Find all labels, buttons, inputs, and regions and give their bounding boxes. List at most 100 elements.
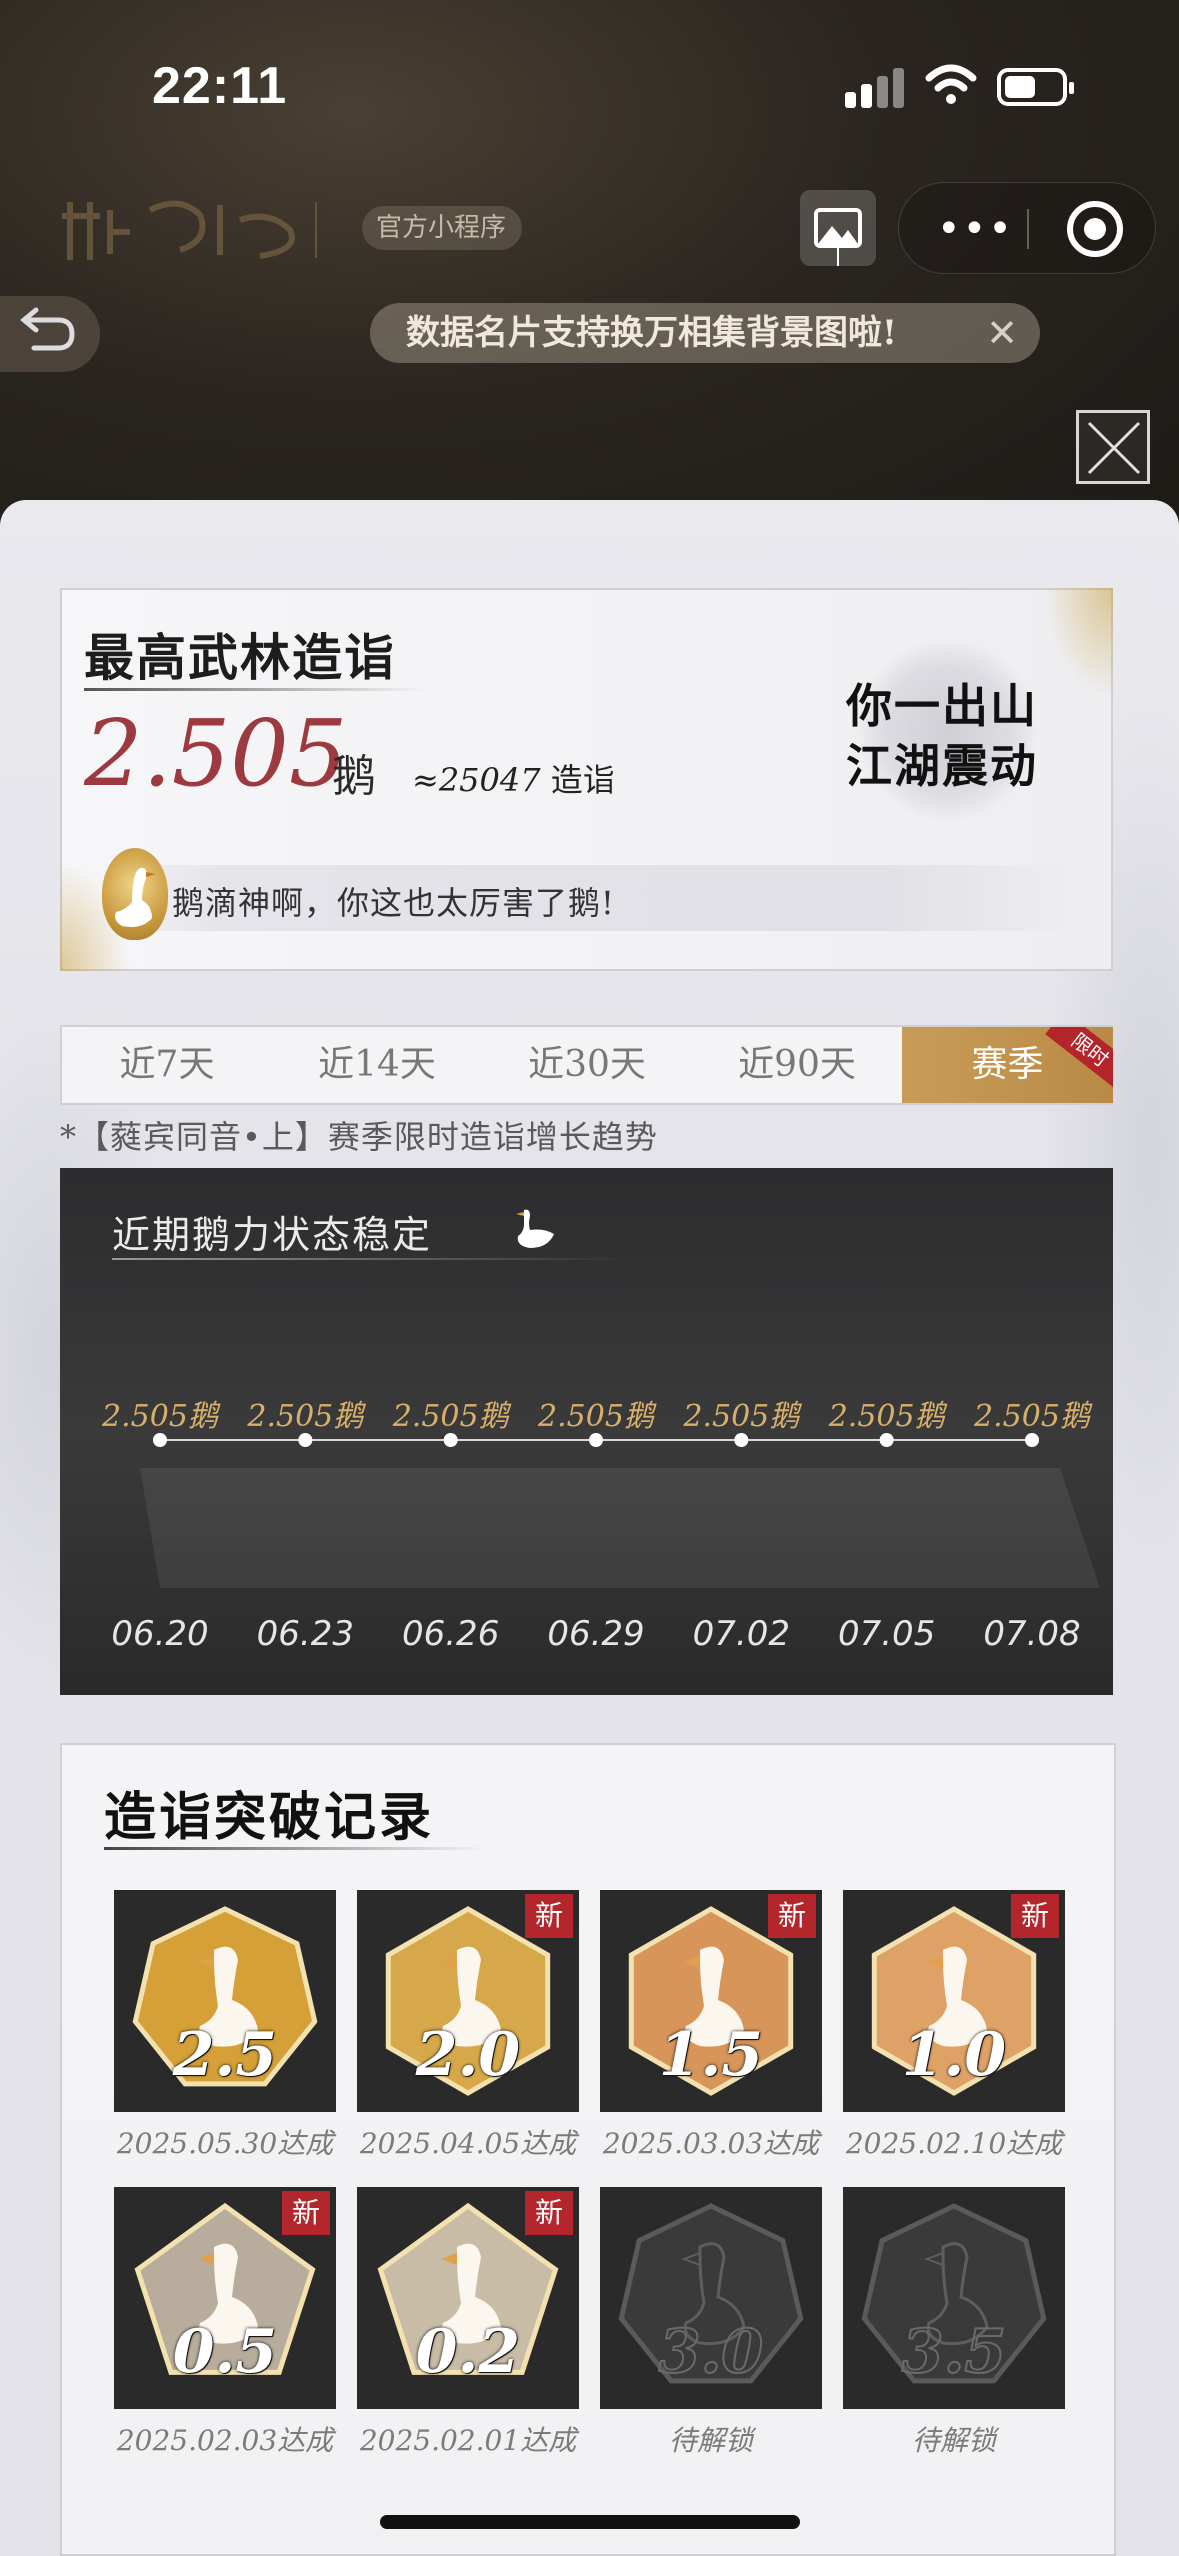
x-tick-label: 06.29 xyxy=(547,1614,644,1654)
x-tick-label: 06.20 xyxy=(111,1614,208,1654)
status-bar: 22:11 xyxy=(0,0,1179,170)
medal-caption: 2025.04.05达成 xyxy=(359,2127,577,2160)
new-badge: 新 xyxy=(1011,1894,1059,1938)
time-range-tabs: 近7天 近14天 近30天 近90天 赛季 限时 xyxy=(60,1025,1113,1105)
home-indicator[interactable] xyxy=(380,2515,800,2529)
card-title: 最高武林造诣 xyxy=(84,628,396,687)
medal-level: 3.5 xyxy=(901,2316,1007,2388)
close-panel-button[interactable] xyxy=(1076,410,1150,484)
medal-level: 0.5 xyxy=(172,2317,278,2387)
tab-30-days[interactable]: 近30天 xyxy=(482,1027,692,1103)
limited-time-badge: 限时 xyxy=(1045,1027,1113,1090)
status-time: 22:11 xyxy=(152,57,288,115)
close-icon xyxy=(1087,421,1141,475)
data-label: 2.505鹅 xyxy=(101,1399,221,1434)
data-point xyxy=(879,1433,894,1447)
medal-caption: 2025.02.03达成 xyxy=(116,2424,334,2457)
achievement-medal[interactable]: 0.5 新 xyxy=(114,2187,336,2409)
achievement-medal[interactable]: 0.2 新 xyxy=(357,2187,579,2409)
medal-level: 1.0 xyxy=(901,2020,1007,2090)
medal-caption: 2025.03.03达成 xyxy=(602,2127,820,2160)
miniprogram-capsule: ••• xyxy=(898,182,1156,274)
data-point xyxy=(153,1433,167,1447)
achievement-medal[interactable]: 1.5 新 xyxy=(600,1890,822,2112)
game-logo xyxy=(60,190,330,270)
achievement-seal: 你一出山 江湖震动 xyxy=(827,640,1057,820)
data-label: 2.505鹅 xyxy=(537,1399,657,1434)
trend-chart: 2.505鹅 06.20 2.505鹅 06.23 2.505鹅 06.26 2.505鹅 0… xyxy=(101,1399,1100,1654)
wifi-icon xyxy=(925,64,977,104)
new-badge: 新 xyxy=(525,2191,573,2235)
encouragement-message: 鹅滴神啊，你这也太厉害了鹅! xyxy=(172,884,615,922)
approx-skill-points: ≈25047 造诣 xyxy=(412,755,615,801)
x-tick-label: 06.26 xyxy=(402,1614,499,1654)
cellular-signal-icon xyxy=(845,66,907,108)
data-point xyxy=(1025,1433,1039,1447)
official-miniprogram-badge: 官方小程序 xyxy=(362,206,523,250)
battery-icon xyxy=(997,68,1074,106)
more-menu-button[interactable]: ••• xyxy=(937,209,1014,249)
medal-caption: 待解锁 xyxy=(668,2424,753,2457)
tab-90-days[interactable]: 近90天 xyxy=(692,1027,902,1103)
data-point xyxy=(298,1433,313,1447)
data-label: 2.505鹅 xyxy=(392,1399,512,1434)
trend-area xyxy=(140,1468,1100,1588)
tab-season-label: 赛季 xyxy=(971,1044,1044,1085)
toast-close-icon[interactable]: ✕ xyxy=(986,303,1018,363)
approx-value: 25047 xyxy=(438,761,541,799)
highest-value: 2.505 xyxy=(84,700,348,807)
data-point xyxy=(443,1433,458,1447)
achievement-medal[interactable]: 2.5 xyxy=(114,1890,336,2112)
new-badge: 新 xyxy=(768,1894,816,1938)
achievement-medal[interactable]: 3.5 xyxy=(843,2187,1065,2409)
medal-level: 2.5 xyxy=(172,2020,278,2090)
x-tick-label: 07.02 xyxy=(693,1614,790,1654)
change-background-button[interactable] xyxy=(800,190,876,266)
medal-caption: 待解锁 xyxy=(911,2424,996,2457)
data-label: 2.505鹅 xyxy=(828,1399,948,1434)
medal-level: 0.2 xyxy=(415,2317,521,2387)
data-label: 2.505鹅 xyxy=(973,1399,1093,1434)
value-unit: 鹅 xyxy=(332,751,376,802)
seal-line-1: 你一出山 xyxy=(846,679,1038,733)
x-tick-label: 07.08 xyxy=(983,1614,1080,1654)
data-point xyxy=(734,1433,749,1447)
approx-suffix: 造诣 xyxy=(550,761,615,799)
toast-text: 数据名片支持换万相集背景图啦! xyxy=(406,313,897,353)
medal-level: 3.0 xyxy=(658,2316,764,2388)
achievement-medal[interactable]: 2.0 新 xyxy=(357,1890,579,2112)
breakthrough-records-card: 造诣突破记录 2.5 2025.05.30达成 2.0 新 2025.04.05达成 1.… xyxy=(60,1743,1116,2556)
achievement-medal[interactable]: 1.0 新 xyxy=(843,1890,1065,2112)
records-title: 造诣突破记录 xyxy=(104,1787,435,1848)
back-button[interactable] xyxy=(0,296,100,372)
return-arrow-icon xyxy=(20,307,75,351)
seal-line-2: 江湖震动 xyxy=(846,739,1038,793)
records-title-underline xyxy=(104,1847,484,1850)
tab-7-days[interactable]: 近7天 xyxy=(62,1027,272,1103)
medal-caption: 2025.02.01达成 xyxy=(359,2424,577,2457)
medal-caption: 2025.05.30达成 xyxy=(116,2127,334,2160)
image-icon xyxy=(814,208,862,266)
tab-season[interactable]: 赛季 限时 xyxy=(902,1027,1113,1103)
medal-level: 2.0 xyxy=(415,2020,521,2090)
close-miniprogram-button[interactable] xyxy=(1067,201,1123,257)
tab-14-days[interactable]: 近14天 xyxy=(272,1027,482,1103)
data-label: 2.505鹅 xyxy=(246,1399,366,1434)
capsule-divider xyxy=(1027,209,1029,249)
season-note: *【蕤宾同音•上】赛季限时造诣增长趋势 xyxy=(60,1118,658,1156)
title-underline xyxy=(84,688,424,691)
notice-toast: 数据名片支持换万相集背景图啦! ✕ xyxy=(370,303,1040,363)
new-badge: 新 xyxy=(282,2191,330,2235)
data-point xyxy=(589,1433,603,1447)
new-badge: 新 xyxy=(525,1894,573,1938)
data-label: 2.505鹅 xyxy=(682,1399,802,1434)
data-card-sheet: 最高武林造诣 2.505 鹅 ≈25047 造诣 你一出山 江湖震动 鹅滴神啊，… xyxy=(0,500,1179,2556)
goose-avatar-icon xyxy=(102,848,168,940)
trend-chart-card: 近期鹅力状态稳定 2.505鹅 06.20 2.505鹅 06.23 2.505鹅 06.… xyxy=(60,1168,1113,1695)
approx-prefix: ≈ xyxy=(412,761,439,799)
x-tick-label: 07.05 xyxy=(838,1614,935,1654)
medal-level: 1.5 xyxy=(658,2020,764,2090)
highest-skill-card: 最高武林造诣 2.505 鹅 ≈25047 造诣 你一出山 江湖震动 鹅滴神啊，… xyxy=(60,588,1113,971)
x-tick-label: 06.23 xyxy=(257,1614,354,1654)
achievement-medal[interactable]: 3.0 xyxy=(600,2187,822,2409)
